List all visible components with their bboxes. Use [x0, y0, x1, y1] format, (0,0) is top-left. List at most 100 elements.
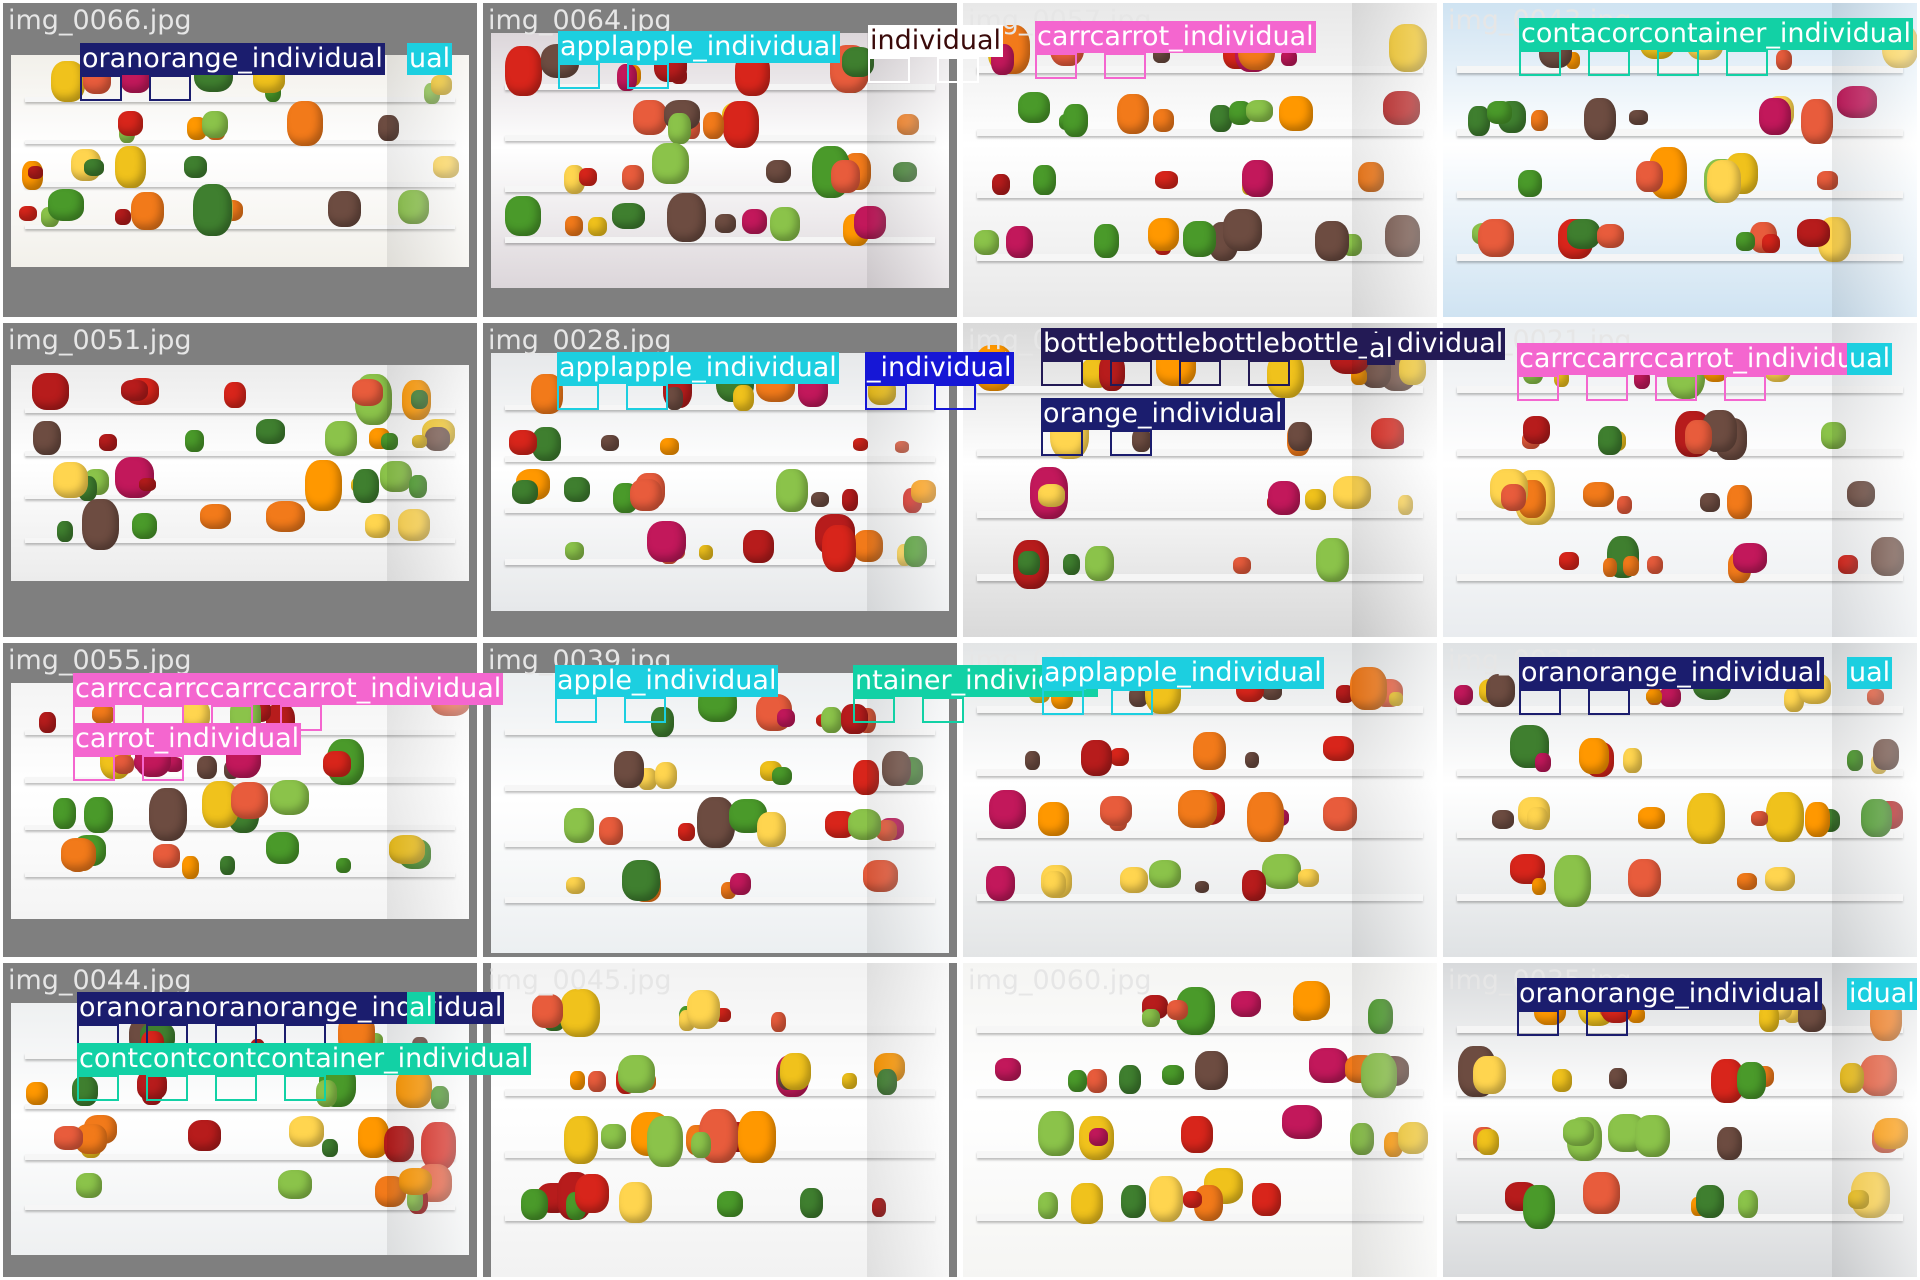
- food-item: [569, 1071, 585, 1090]
- food-item: [1278, 96, 1314, 131]
- fridge-door: [1351, 643, 1437, 957]
- food-item: [323, 750, 351, 777]
- food-item: [1222, 208, 1263, 251]
- food-item: [1645, 690, 1662, 703]
- food-item: [1684, 420, 1712, 455]
- detection-box: [558, 63, 600, 89]
- food-item: [52, 798, 76, 829]
- image-filename: img_0060.jpg: [968, 965, 1152, 996]
- food-item: [27, 166, 43, 179]
- food-item: [632, 99, 667, 136]
- fridge-door: [386, 1003, 469, 1255]
- food-item: [691, 1131, 711, 1159]
- food-item: [601, 435, 620, 452]
- food-item: [1478, 219, 1514, 258]
- detection-box: [1110, 360, 1152, 386]
- food-item: [1178, 789, 1218, 829]
- food-item: [153, 844, 180, 868]
- food-item: [621, 165, 644, 191]
- food-item: [1766, 791, 1804, 843]
- food-item: [811, 491, 829, 508]
- detection-box: [1517, 375, 1559, 401]
- food-item: [112, 755, 135, 774]
- food-item: [1142, 1008, 1160, 1027]
- detection-box: [284, 1075, 326, 1101]
- detection-box: [1519, 689, 1561, 715]
- food-item: [715, 214, 736, 234]
- food-item: [1033, 164, 1056, 196]
- fridge-door: [386, 365, 469, 581]
- food-item: [1602, 557, 1618, 577]
- food-item: [1623, 556, 1640, 576]
- food-item: [81, 498, 120, 551]
- detection-box: [626, 384, 668, 410]
- food-item: [181, 856, 200, 879]
- detection-label: applapple_individual: [1042, 657, 1324, 689]
- food-item: [1797, 218, 1830, 248]
- food-item: [1659, 686, 1681, 708]
- food-item: [1454, 684, 1474, 705]
- detection-label: oranorange_individual: [1519, 657, 1824, 689]
- fridge-photo: [963, 963, 1437, 1277]
- food-item: [613, 750, 645, 788]
- food-item: [985, 865, 1015, 902]
- food-item: [1486, 674, 1516, 707]
- food-item: [1117, 93, 1150, 134]
- food-item: [219, 856, 235, 875]
- food-item: [25, 1082, 48, 1105]
- food-item: [1071, 1183, 1104, 1224]
- food-item: [1562, 1119, 1595, 1147]
- food-item: [1583, 1172, 1620, 1214]
- detection-box: [73, 755, 115, 781]
- food-item: [1695, 1184, 1725, 1218]
- food-item: [1085, 545, 1114, 581]
- food-item: [1804, 801, 1831, 837]
- food-item: [563, 1116, 599, 1164]
- food-item: [733, 384, 755, 412]
- food-item: [76, 1173, 103, 1198]
- detection-box: [624, 697, 666, 723]
- detection-box: [80, 75, 122, 101]
- food-item: [563, 477, 590, 502]
- food-item: [1628, 858, 1662, 897]
- food-item: [772, 766, 792, 786]
- image-filename: img_0055.jpg: [8, 645, 192, 676]
- food-item: [841, 1073, 857, 1090]
- food-item: [659, 438, 679, 456]
- detection-label: ual: [1847, 343, 1893, 375]
- detection-box: [1726, 50, 1768, 76]
- detection-box: [1042, 689, 1084, 715]
- food-item: [1800, 98, 1833, 144]
- food-item: [511, 479, 538, 505]
- food-item: [1181, 1116, 1213, 1154]
- food-item: [54, 1126, 83, 1150]
- detection-box: [215, 1075, 257, 1101]
- detection-box: [865, 384, 907, 410]
- food-item: [1522, 1184, 1556, 1230]
- food-item: [1553, 855, 1591, 907]
- food-item: [1566, 219, 1600, 250]
- food-item: [652, 142, 689, 184]
- detection-box: [1104, 53, 1146, 79]
- food-item: [717, 1191, 743, 1218]
- food-item: [729, 872, 751, 895]
- detection-box: [142, 755, 184, 781]
- food-item: [1153, 108, 1175, 132]
- food-item: [327, 190, 362, 227]
- food-item: [988, 790, 1026, 830]
- fridge-door: [1831, 963, 1917, 1277]
- detection-label: orange_individual: [1041, 398, 1285, 430]
- detection-box: [1588, 50, 1630, 76]
- food-item: [686, 990, 720, 1029]
- food-item: [352, 379, 384, 407]
- food-item: [1088, 1128, 1109, 1146]
- food-item: [742, 209, 767, 235]
- detection-box: [922, 697, 964, 723]
- food-item: [1476, 1129, 1499, 1156]
- detection-mosaic: img_0066.jpg oranorange_individual ual img_…: [0, 0, 1920, 1280]
- detection-box: [1179, 360, 1221, 386]
- food-item: [57, 521, 74, 542]
- food-item: [1646, 555, 1664, 575]
- mosaic-tile: img_0039.jpg apple_individual ntainer_indi…: [483, 643, 1099, 957]
- food-item: [324, 421, 357, 457]
